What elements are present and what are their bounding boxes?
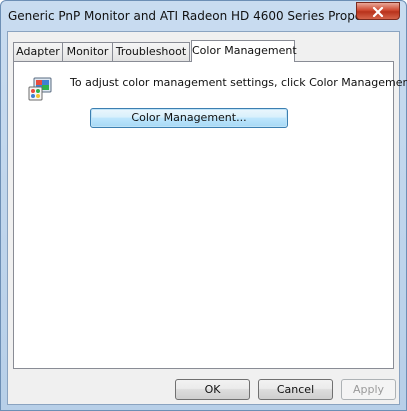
tab-label: Adapter xyxy=(16,45,60,58)
tab-label: Monitor xyxy=(66,45,109,58)
close-button[interactable] xyxy=(356,2,400,20)
button-label: Apply xyxy=(352,383,385,396)
window-title: Generic PnP Monitor and ATI Radeon HD 46… xyxy=(8,9,389,23)
title-bar[interactable]: Generic PnP Monitor and ATI Radeon HD 46… xyxy=(1,1,406,31)
tab-adapter[interactable]: Adapter xyxy=(13,42,63,61)
dialog-client-area: Adapter Monitor Troubleshoot Color Manag… xyxy=(7,31,407,405)
tab-label: Color Management xyxy=(192,44,297,57)
color-management-button[interactable]: Color Management... xyxy=(90,108,288,128)
tab-label: Troubleshoot xyxy=(115,45,187,58)
close-icon xyxy=(372,2,384,21)
color-management-icon xyxy=(28,76,54,102)
instruction-text: To adjust color management settings, cli… xyxy=(70,76,407,89)
button-label: Cancel xyxy=(276,383,315,396)
tab-color-management[interactable]: Color Management xyxy=(191,40,297,62)
button-label: Color Management... xyxy=(131,111,247,124)
tab-monitor[interactable]: Monitor xyxy=(62,42,113,61)
apply-button[interactable]: Apply xyxy=(341,379,396,400)
properties-dialog: Generic PnP Monitor and ATI Radeon HD 46… xyxy=(0,0,407,411)
button-label: OK xyxy=(204,383,221,396)
tab-troubleshoot[interactable]: Troubleshoot xyxy=(112,42,190,61)
ok-button[interactable]: OK xyxy=(175,379,250,400)
color-management-panel: To adjust color management settings, cli… xyxy=(13,61,407,369)
cancel-button[interactable]: Cancel xyxy=(258,379,333,400)
